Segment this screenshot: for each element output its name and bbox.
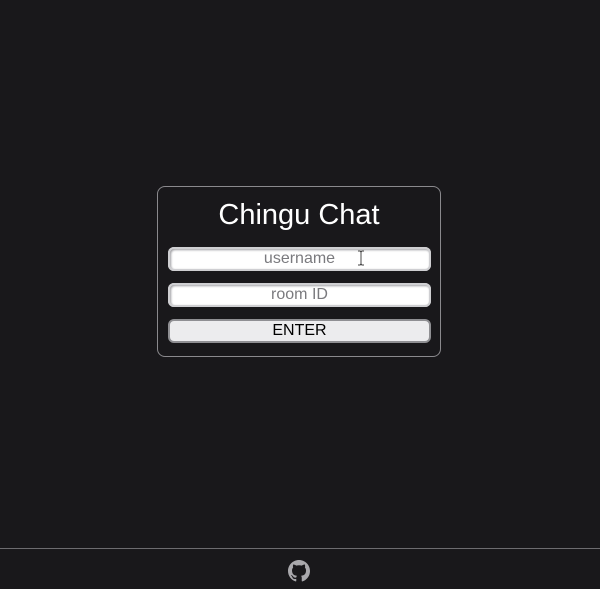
- login-card: Chingu Chat ENTER: [157, 186, 441, 357]
- github-link[interactable]: [288, 560, 310, 582]
- footer: [0, 548, 600, 589]
- app-title: Chingu Chat: [218, 199, 380, 231]
- username-input[interactable]: [168, 247, 431, 271]
- page: Chingu Chat ENTER: [0, 0, 600, 589]
- text-cursor-icon: [358, 250, 364, 266]
- enter-button[interactable]: ENTER: [168, 319, 431, 343]
- github-icon: [288, 560, 310, 582]
- room-id-input[interactable]: [168, 283, 431, 307]
